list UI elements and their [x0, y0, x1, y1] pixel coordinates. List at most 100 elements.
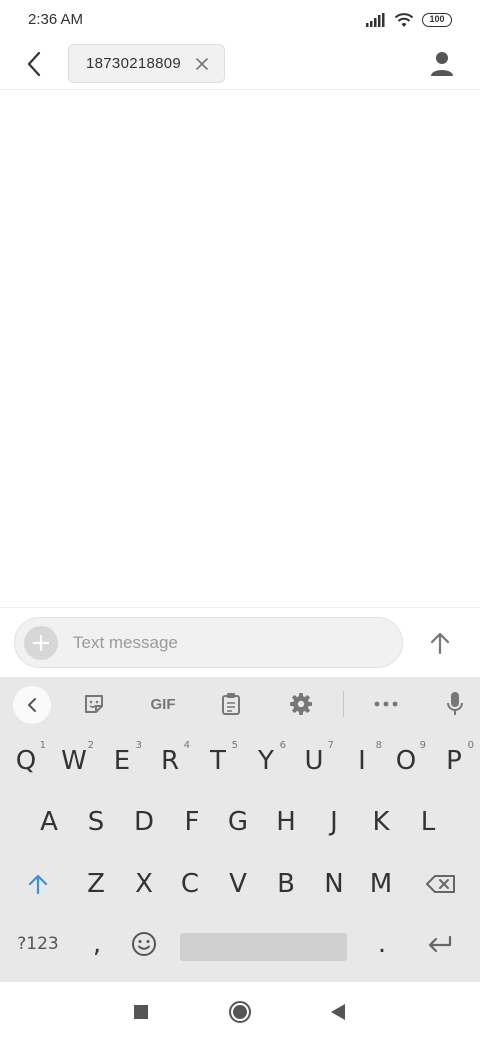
remove-recipient-button[interactable]	[194, 56, 210, 72]
key-z[interactable]: Z	[74, 857, 118, 911]
key-q[interactable]: Q1	[4, 734, 48, 788]
key-hint: 3	[135, 740, 142, 751]
status-time: 2:36 AM	[28, 11, 84, 28]
key-x[interactable]: X	[122, 857, 166, 911]
key-b[interactable]: B	[264, 857, 308, 911]
comma-key[interactable]: ,	[75, 917, 119, 971]
home-button[interactable]	[226, 998, 254, 1026]
status-bar: 2:36 AM 100	[0, 0, 480, 40]
emoji-key[interactable]	[122, 917, 166, 971]
wifi-icon	[394, 13, 414, 27]
key-hint: 6	[279, 740, 286, 751]
key-r[interactable]: R4	[148, 734, 192, 788]
compose-field	[14, 617, 403, 668]
key-label: U	[304, 746, 324, 776]
key-hint: 5	[231, 740, 238, 751]
sticker-button[interactable]	[74, 686, 114, 722]
more-icon	[374, 701, 398, 707]
key-label: W	[61, 746, 87, 776]
key-e[interactable]: E3	[100, 734, 144, 788]
more-button[interactable]	[366, 686, 406, 722]
symbols-key[interactable]: ?123	[12, 917, 64, 971]
battery-icon: 100	[422, 13, 452, 27]
recipient-number: 18730218809	[86, 55, 182, 72]
key-label: P	[446, 746, 462, 776]
key-t[interactable]: T5	[196, 734, 240, 788]
enter-key[interactable]	[418, 917, 462, 971]
home-circle-icon	[229, 1001, 251, 1023]
navigation-bar	[0, 982, 480, 1040]
back-arrow-icon	[27, 51, 41, 77]
key-n[interactable]: N	[312, 857, 356, 911]
shift-key[interactable]	[16, 857, 60, 911]
send-arrow-icon	[430, 632, 450, 655]
key-f[interactable]: F	[170, 795, 214, 849]
plus-icon	[33, 635, 49, 651]
back-button[interactable]	[18, 48, 50, 80]
key-y[interactable]: Y6	[244, 734, 288, 788]
key-hint: 9	[419, 740, 426, 751]
gif-label: GIF	[150, 695, 176, 713]
key-i[interactable]: I8	[340, 734, 384, 788]
enter-icon	[428, 935, 452, 953]
key-hint: 2	[87, 740, 94, 751]
clipboard-icon	[222, 693, 240, 715]
key-s[interactable]: S	[74, 795, 118, 849]
recipient-chip[interactable]: 18730218809	[68, 44, 225, 83]
key-g[interactable]: G	[216, 795, 260, 849]
period-key[interactable]: .	[360, 917, 404, 971]
key-hint: 1	[39, 740, 46, 751]
space-key[interactable]	[180, 933, 347, 961]
keyboard-toolbar: GIF	[0, 677, 480, 731]
compose-bar	[0, 607, 480, 677]
key-hint: 8	[375, 740, 382, 751]
mic-icon	[447, 692, 463, 715]
key-label: T	[210, 746, 226, 776]
gif-button[interactable]: GIF	[142, 686, 184, 722]
key-hint: 0	[467, 740, 474, 751]
close-icon	[196, 58, 208, 70]
contact-button[interactable]	[428, 50, 456, 78]
key-m[interactable]: M	[359, 857, 403, 911]
toolbar-divider	[343, 691, 344, 717]
key-hint: 4	[183, 740, 190, 751]
key-v[interactable]: V	[216, 857, 260, 911]
key-p[interactable]: P0	[432, 734, 476, 788]
key-u[interactable]: U7	[292, 734, 336, 788]
key-j[interactable]: J	[312, 795, 356, 849]
voice-input-button[interactable]	[435, 686, 475, 722]
key-w[interactable]: W2	[52, 734, 96, 788]
clipboard-button[interactable]	[211, 686, 251, 722]
recents-square-icon	[134, 1005, 148, 1019]
backspace-icon	[426, 875, 455, 893]
conversation-header: 18730218809	[0, 40, 480, 90]
attach-button[interactable]	[24, 626, 58, 660]
recents-button[interactable]	[127, 998, 155, 1026]
message-list	[0, 91, 480, 607]
key-d[interactable]: D	[122, 795, 166, 849]
shift-arrow-icon	[28, 874, 48, 895]
key-label: Y	[258, 746, 274, 776]
key-label: E	[113, 746, 131, 776]
key-h[interactable]: H	[264, 795, 308, 849]
key-c[interactable]: C	[168, 857, 212, 911]
message-input[interactable]	[73, 618, 383, 667]
key-label: Q	[15, 746, 37, 776]
key-hint: 7	[327, 740, 334, 751]
chevron-left-icon	[28, 698, 36, 712]
back-triangle-icon	[331, 1004, 345, 1020]
system-back-button[interactable]	[324, 998, 352, 1026]
keyboard-collapse-button[interactable]	[13, 686, 51, 724]
key-l[interactable]: L	[406, 795, 450, 849]
key-k[interactable]: K	[359, 795, 403, 849]
key-a[interactable]: A	[27, 795, 71, 849]
key-o[interactable]: O9	[384, 734, 428, 788]
key-label: O	[395, 746, 417, 776]
signal-icon	[366, 13, 385, 27]
keyboard-settings-button[interactable]	[281, 686, 321, 722]
backspace-key[interactable]	[419, 857, 463, 911]
gear-icon	[290, 693, 312, 715]
sticker-icon	[85, 695, 103, 713]
send-button[interactable]	[422, 625, 458, 661]
person-icon	[431, 52, 453, 76]
